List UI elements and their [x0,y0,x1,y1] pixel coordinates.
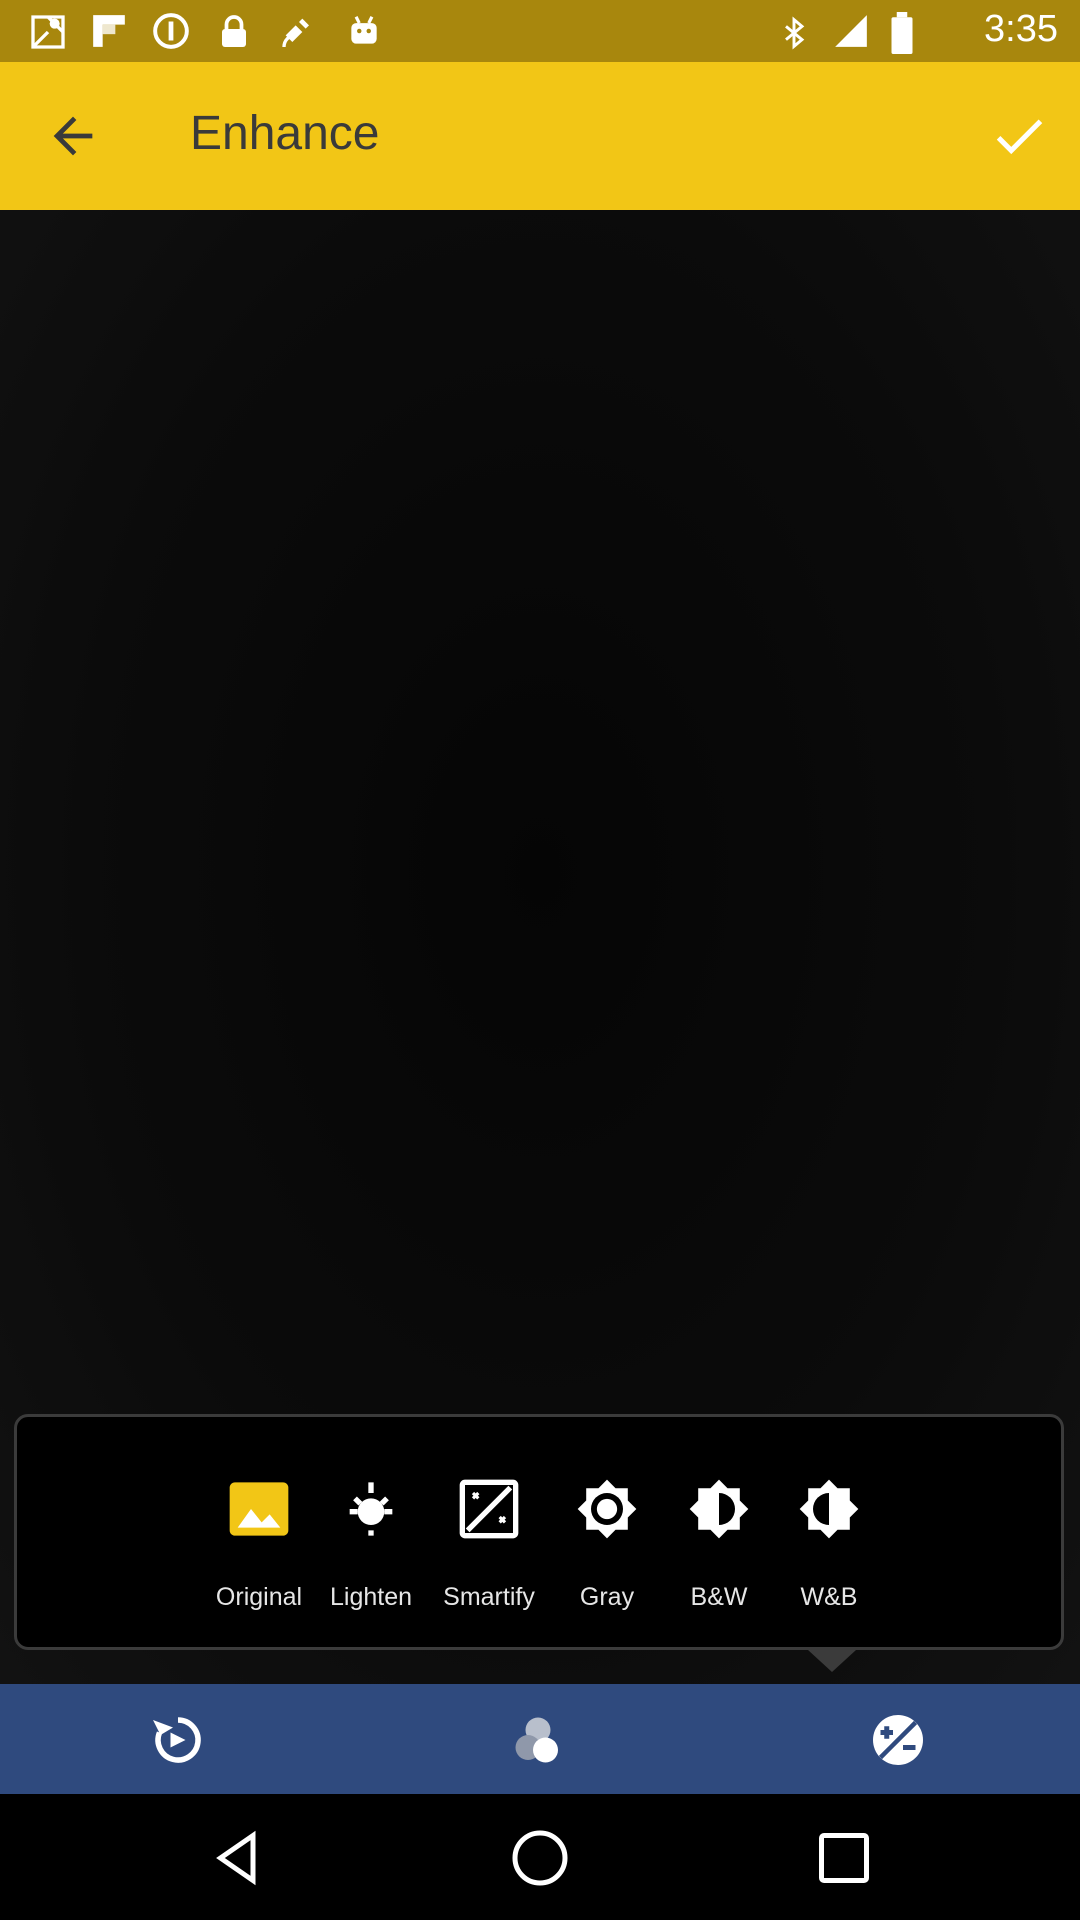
data-saver-icon [153,13,189,49]
rotate-icon[interactable] [148,1710,208,1770]
filter-label: W&B [800,1583,858,1611]
magic-icon [459,1479,519,1539]
filter-bw[interactable]: B&W [659,1477,779,1612]
recents-square-icon[interactable] [814,1828,874,1888]
navigation-bar [0,1794,1080,1920]
status-time: 3:35 [984,8,1058,50]
panel-pointer [808,1650,856,1672]
filter-label: B&W [690,1583,748,1611]
flipboard-icon [93,15,125,47]
filter-wb[interactable]: W&B [769,1477,889,1612]
filter-label: Lighten [329,1583,413,1611]
maps-icon [31,15,65,49]
bottom-toolbar [0,1684,1080,1794]
bluetooth-icon [785,16,805,50]
filter-label: Original [215,1583,303,1611]
arrow-back-icon[interactable] [44,107,102,165]
home-circle-icon[interactable] [510,1828,570,1888]
android-icon [351,16,377,44]
app-bar: Enhance [0,62,1080,210]
filter-label: Gray [579,1583,635,1611]
filter-lighten[interactable]: Lighten [311,1477,431,1612]
exposure-icon[interactable] [868,1710,928,1770]
satellite-icon [282,18,309,48]
filter-panel: Original Lighten Smartify Gray B&W W&B [14,1414,1064,1650]
battery-icon [891,12,913,54]
brightness-gray-icon [577,1479,637,1539]
back-triangle-icon[interactable] [208,1828,268,1888]
filter-gray[interactable]: Gray [547,1477,667,1612]
signal-icon [835,15,867,47]
filter-label: Smartify [443,1583,535,1611]
image-icon [229,1482,289,1536]
color-filters-icon[interactable] [508,1710,568,1770]
brightness-inverse-icon [799,1479,859,1539]
status-bar: 3:35 [0,0,1080,62]
filter-original[interactable]: Original [199,1477,319,1612]
checkmark-icon[interactable] [988,105,1050,167]
lock-icon [222,15,246,47]
filter-smartify[interactable]: Smartify [429,1477,549,1612]
brightness-half-icon [689,1479,749,1539]
bulb-icon [349,1482,393,1536]
page-title: Enhance [190,107,380,160]
